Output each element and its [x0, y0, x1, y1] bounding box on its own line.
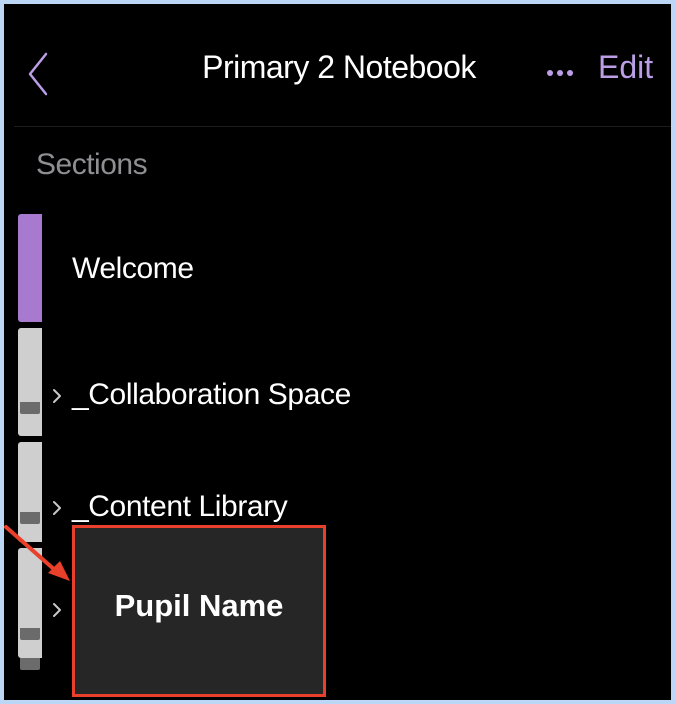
back-button[interactable]: [22, 38, 62, 110]
section-item-welcome[interactable]: Welcome: [42, 214, 671, 324]
navigation-bar: Primary 2 Notebook Edit: [14, 14, 671, 127]
chevron-right-icon[interactable]: [50, 386, 64, 406]
tab-shadow: [20, 658, 40, 670]
sections-heading: Sections: [36, 148, 148, 181]
more-button[interactable]: [536, 58, 584, 88]
edit-button[interactable]: Edit: [598, 49, 653, 86]
more-horizontal-icon: [547, 70, 573, 76]
annotation-label: Pupil Name: [114, 588, 284, 623]
chevron-right-icon[interactable]: [50, 600, 64, 620]
chevron-left-icon: [28, 52, 48, 96]
section-label: Welcome: [72, 252, 194, 285]
tab-shadow: [20, 402, 40, 414]
page-title: Primary 2 Notebook: [202, 49, 476, 85]
section-label: _Collaboration Space: [72, 378, 351, 411]
section-tab-welcome: [18, 214, 42, 322]
chevron-right-icon[interactable]: [50, 498, 64, 518]
section-label: _Content Library: [72, 490, 288, 523]
screenshot-frame: Primary 2 Notebook Edit Sections Welcome: [0, 0, 675, 704]
annotation-arrow-icon: [4, 525, 70, 581]
section-item-collaboration-space[interactable]: _Collaboration Space: [42, 326, 671, 436]
annotation-highlight-box: Pupil Name: [72, 525, 326, 697]
app-screen: Primary 2 Notebook Edit Sections Welcome: [14, 14, 671, 700]
tab-shadow: [20, 628, 40, 640]
section-tab-collaboration-space: [18, 328, 42, 436]
